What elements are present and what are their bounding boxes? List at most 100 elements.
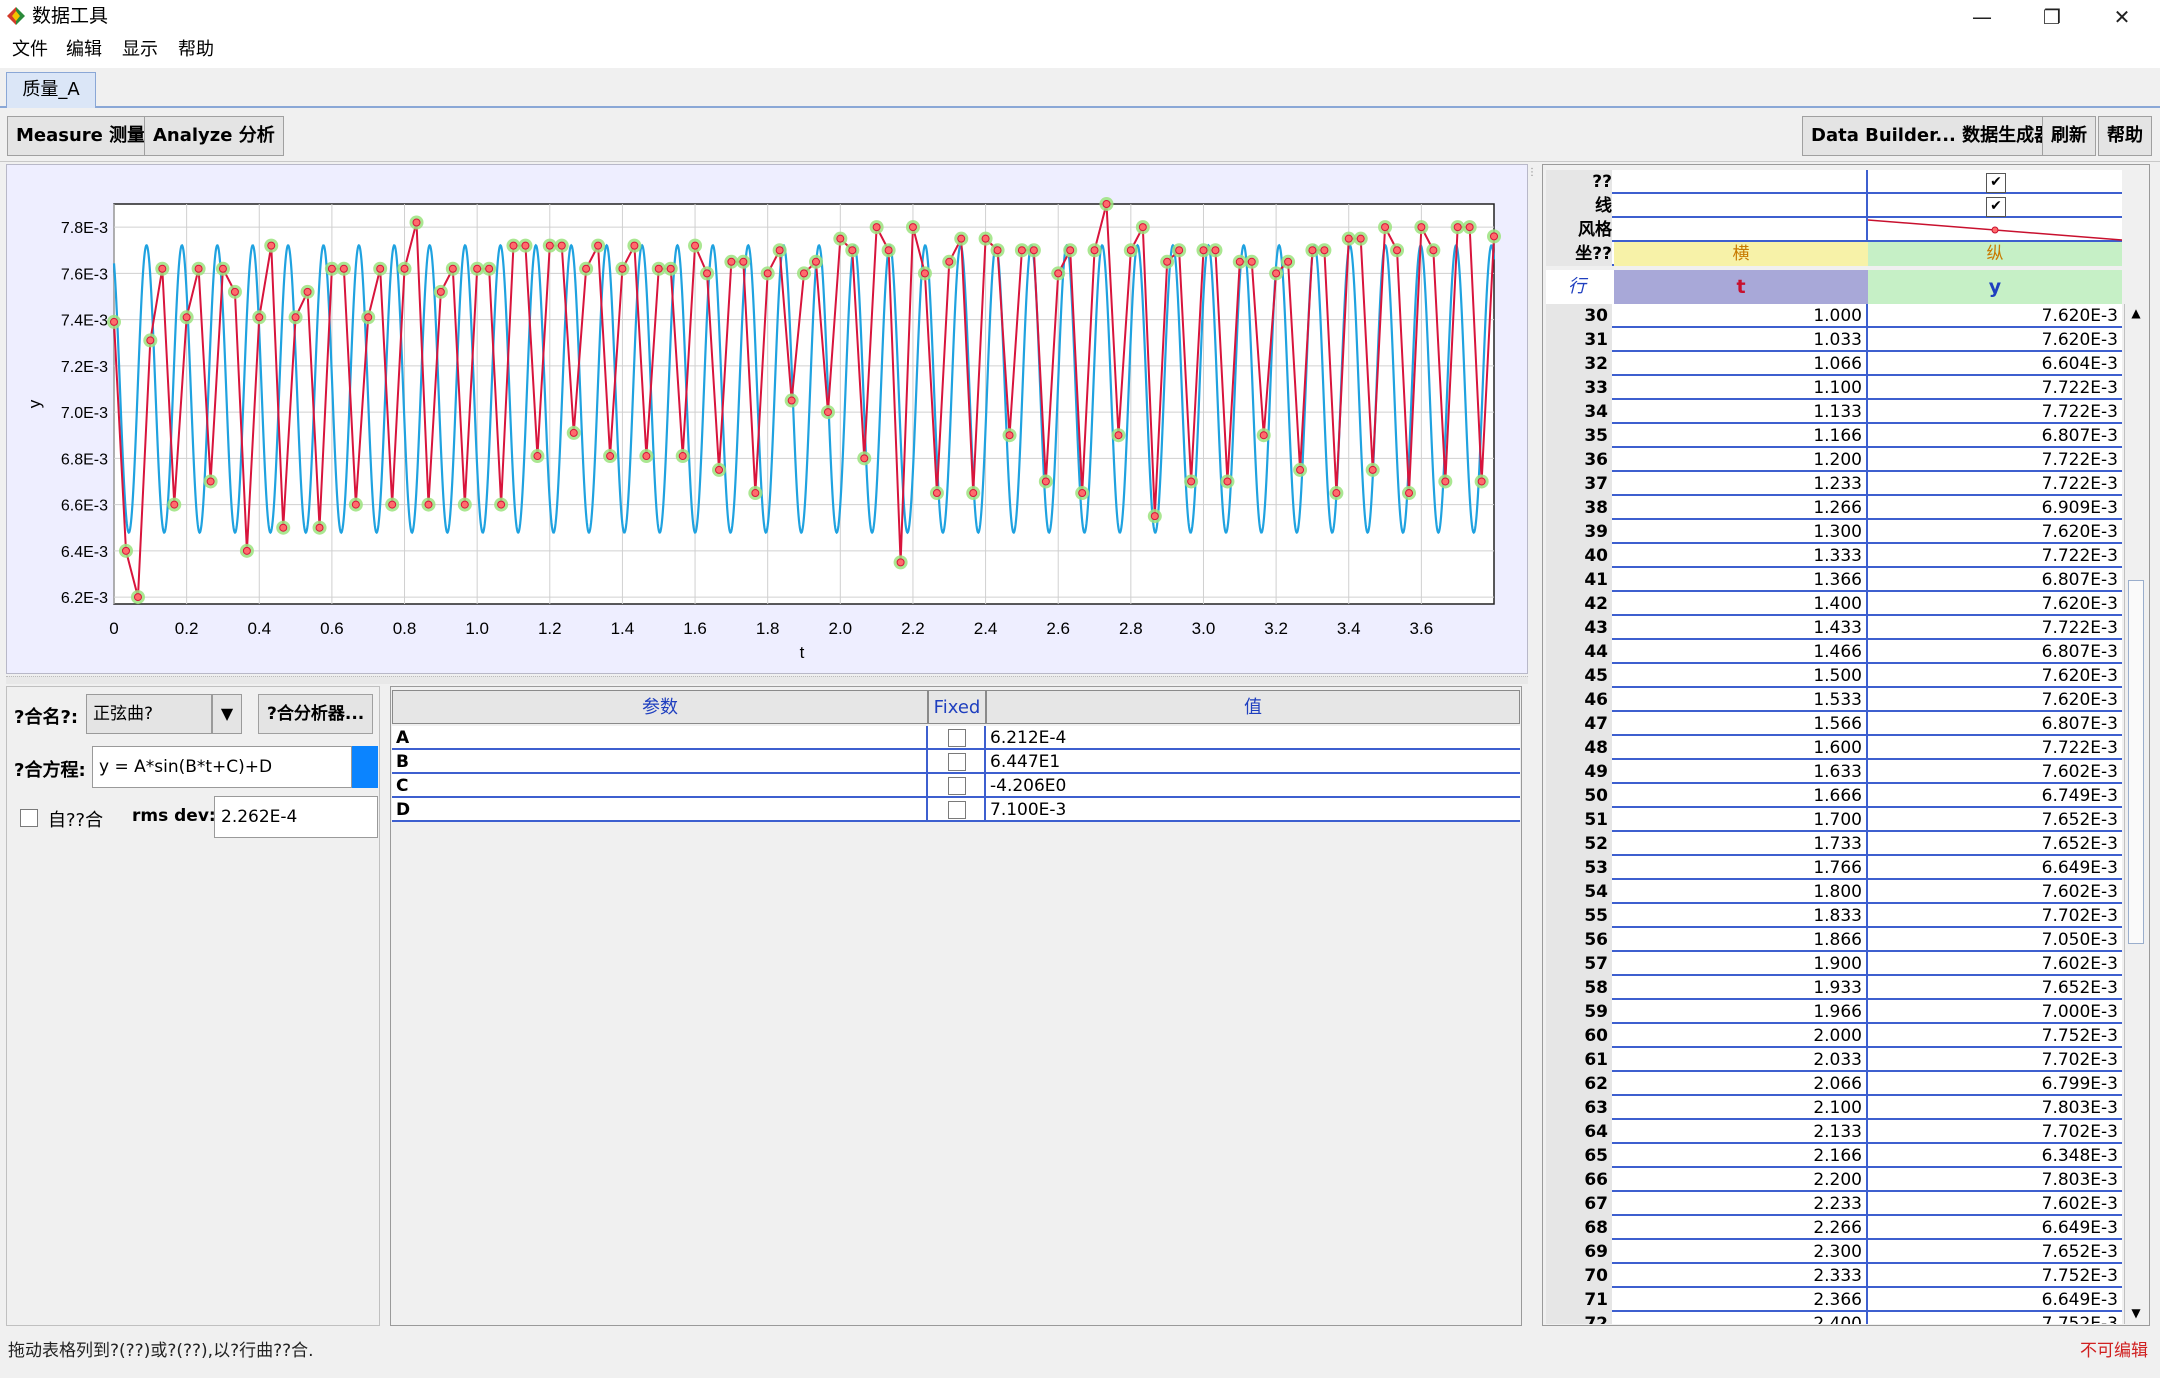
table-row[interactable]: 40 1.333 7.722E-3 <box>1546 544 2122 568</box>
data-point[interactable] <box>324 261 339 276</box>
cell-t[interactable]: 1.600 <box>1614 736 1862 760</box>
data-point[interactable] <box>191 261 206 276</box>
data-point[interactable] <box>675 449 690 464</box>
cell-t[interactable]: 1.766 <box>1614 856 1862 880</box>
param-value[interactable]: -4.206E0 <box>990 774 1066 798</box>
analyze-button[interactable]: Analyze 分析 <box>144 116 284 156</box>
table-row[interactable]: 65 2.166 6.348E-3 <box>1546 1144 2122 1168</box>
cell-t[interactable]: 2.233 <box>1614 1192 1862 1216</box>
table-row[interactable]: 67 2.233 7.602E-3 <box>1546 1192 2122 1216</box>
cell-y[interactable]: 6.604E-3 <box>1868 352 2118 376</box>
data-point[interactable] <box>373 261 388 276</box>
table-row[interactable]: 35 1.166 6.807E-3 <box>1546 424 2122 448</box>
data-point[interactable] <box>1184 474 1199 489</box>
cell-t[interactable]: 2.200 <box>1614 1168 1862 1192</box>
data-point[interactable] <box>1002 428 1017 443</box>
table-row[interactable]: 59 1.966 7.000E-3 <box>1546 1000 2122 1024</box>
cell-t[interactable]: 1.566 <box>1614 712 1862 736</box>
cell-t[interactable]: 1.666 <box>1614 784 1862 808</box>
data-point[interactable] <box>1208 243 1223 258</box>
data-point[interactable] <box>264 238 279 253</box>
cell-t[interactable]: 2.066 <box>1614 1072 1862 1096</box>
cell-y[interactable]: 6.649E-3 <box>1868 856 2118 880</box>
data-plot[interactable]: 0 0.2 0.4 0.6 0.8 1.0 1.2 1.4 1.6 1.8 2.0 2.2 2.4 2.6… <box>6 164 1528 674</box>
data-point[interactable] <box>808 254 823 269</box>
param-value[interactable]: 7.100E-3 <box>990 798 1066 822</box>
data-point[interactable] <box>978 231 993 246</box>
data-point[interactable] <box>1305 243 1320 258</box>
data-point[interactable] <box>385 497 400 512</box>
data-point[interactable] <box>724 254 739 269</box>
data-point[interactable] <box>336 261 351 276</box>
data-point[interactable] <box>784 393 799 408</box>
auto-fit-checkbox[interactable] <box>20 809 38 827</box>
cell-y[interactable]: 7.722E-3 <box>1868 472 2118 496</box>
table-row[interactable]: 70 2.333 7.752E-3 <box>1546 1264 2122 1288</box>
cell-y[interactable]: 6.807E-3 <box>1868 568 2118 592</box>
data-point[interactable] <box>579 261 594 276</box>
data-point[interactable] <box>445 261 460 276</box>
cell-t[interactable]: 2.100 <box>1614 1096 1862 1120</box>
data-point[interactable] <box>252 310 267 325</box>
chevron-down-icon[interactable]: ▼ <box>212 694 242 734</box>
data-point[interactable] <box>361 310 376 325</box>
data-point[interactable] <box>990 243 1005 258</box>
param-fixed-checkbox[interactable] <box>948 729 966 747</box>
scroll-up-icon[interactable]: ▲ <box>2125 304 2147 322</box>
data-point[interactable] <box>1293 462 1308 477</box>
cell-t[interactable]: 1.166 <box>1614 424 1862 448</box>
data-point[interactable] <box>688 238 703 253</box>
cell-t[interactable]: 1.300 <box>1614 520 1862 544</box>
data-point[interactable] <box>1147 509 1162 524</box>
table-row[interactable]: 46 1.533 7.620E-3 <box>1546 688 2122 712</box>
data-point[interactable] <box>1038 474 1053 489</box>
data-point[interactable] <box>1414 220 1429 235</box>
data-point[interactable] <box>130 590 145 605</box>
cell-y[interactable]: 7.702E-3 <box>1868 1048 2118 1072</box>
cell-y[interactable]: 7.722E-3 <box>1868 400 2118 424</box>
param-fixed-checkbox[interactable] <box>948 777 966 795</box>
table-row[interactable]: 49 1.633 7.602E-3 <box>1546 760 2122 784</box>
cell-y[interactable]: 7.702E-3 <box>1868 904 2118 928</box>
cell-t[interactable]: 1.200 <box>1614 448 1862 472</box>
data-point[interactable] <box>736 254 751 269</box>
data-point[interactable] <box>591 238 606 253</box>
cell-t[interactable]: 1.966 <box>1614 1000 1862 1024</box>
data-point[interactable] <box>797 266 811 281</box>
cell-y[interactable]: 6.807E-3 <box>1868 712 2118 736</box>
table-row[interactable]: 68 2.266 6.649E-3 <box>1546 1216 2122 1240</box>
cell-t[interactable]: 1.333 <box>1614 544 1862 568</box>
cell-y[interactable]: 7.652E-3 <box>1868 976 2118 1000</box>
fit-analyzer-button[interactable]: ?合分析器... <box>258 694 374 734</box>
data-point[interactable] <box>1402 486 1417 501</box>
table-row[interactable]: 52 1.733 7.652E-3 <box>1546 832 2122 856</box>
data-point[interactable] <box>1135 220 1150 235</box>
cell-y[interactable]: 7.620E-3 <box>1868 688 2118 712</box>
fit-equation-field[interactable]: y = A*sin(B*t+C)+D <box>92 746 352 788</box>
menu-file[interactable]: 文件 <box>12 38 48 62</box>
data-point[interactable] <box>1450 220 1465 235</box>
data-point[interactable] <box>1123 243 1138 258</box>
data-point[interactable] <box>1329 486 1344 501</box>
cell-y[interactable]: 7.000E-3 <box>1868 1000 2118 1024</box>
cell-y[interactable]: 7.652E-3 <box>1868 832 2118 856</box>
table-row[interactable]: 64 2.133 7.702E-3 <box>1546 1120 2122 1144</box>
data-point[interactable] <box>1026 243 1041 258</box>
data-point[interactable] <box>966 486 981 501</box>
cell-t[interactable]: 1.433 <box>1614 616 1862 640</box>
data-builder-button[interactable]: Data Builder... 数据生成器 <box>1802 116 2062 156</box>
horizontal-splitter[interactable] <box>6 676 1528 684</box>
data-point[interactable] <box>288 310 303 325</box>
data-point[interactable] <box>494 497 509 512</box>
table-row[interactable]: 36 1.200 7.722E-3 <box>1546 448 2122 472</box>
data-point[interactable] <box>942 254 957 269</box>
cell-t[interactable]: 1.133 <box>1614 400 1862 424</box>
cell-y[interactable]: 7.620E-3 <box>1868 520 2118 544</box>
data-point[interactable] <box>1220 474 1235 489</box>
cell-y[interactable]: 7.620E-3 <box>1868 328 2118 352</box>
data-point[interactable] <box>397 261 412 276</box>
cell-y[interactable]: 7.722E-3 <box>1868 448 2118 472</box>
cell-y[interactable]: 7.803E-3 <box>1868 1168 2118 1192</box>
data-point[interactable] <box>1051 266 1066 281</box>
data-point[interactable] <box>300 284 315 299</box>
